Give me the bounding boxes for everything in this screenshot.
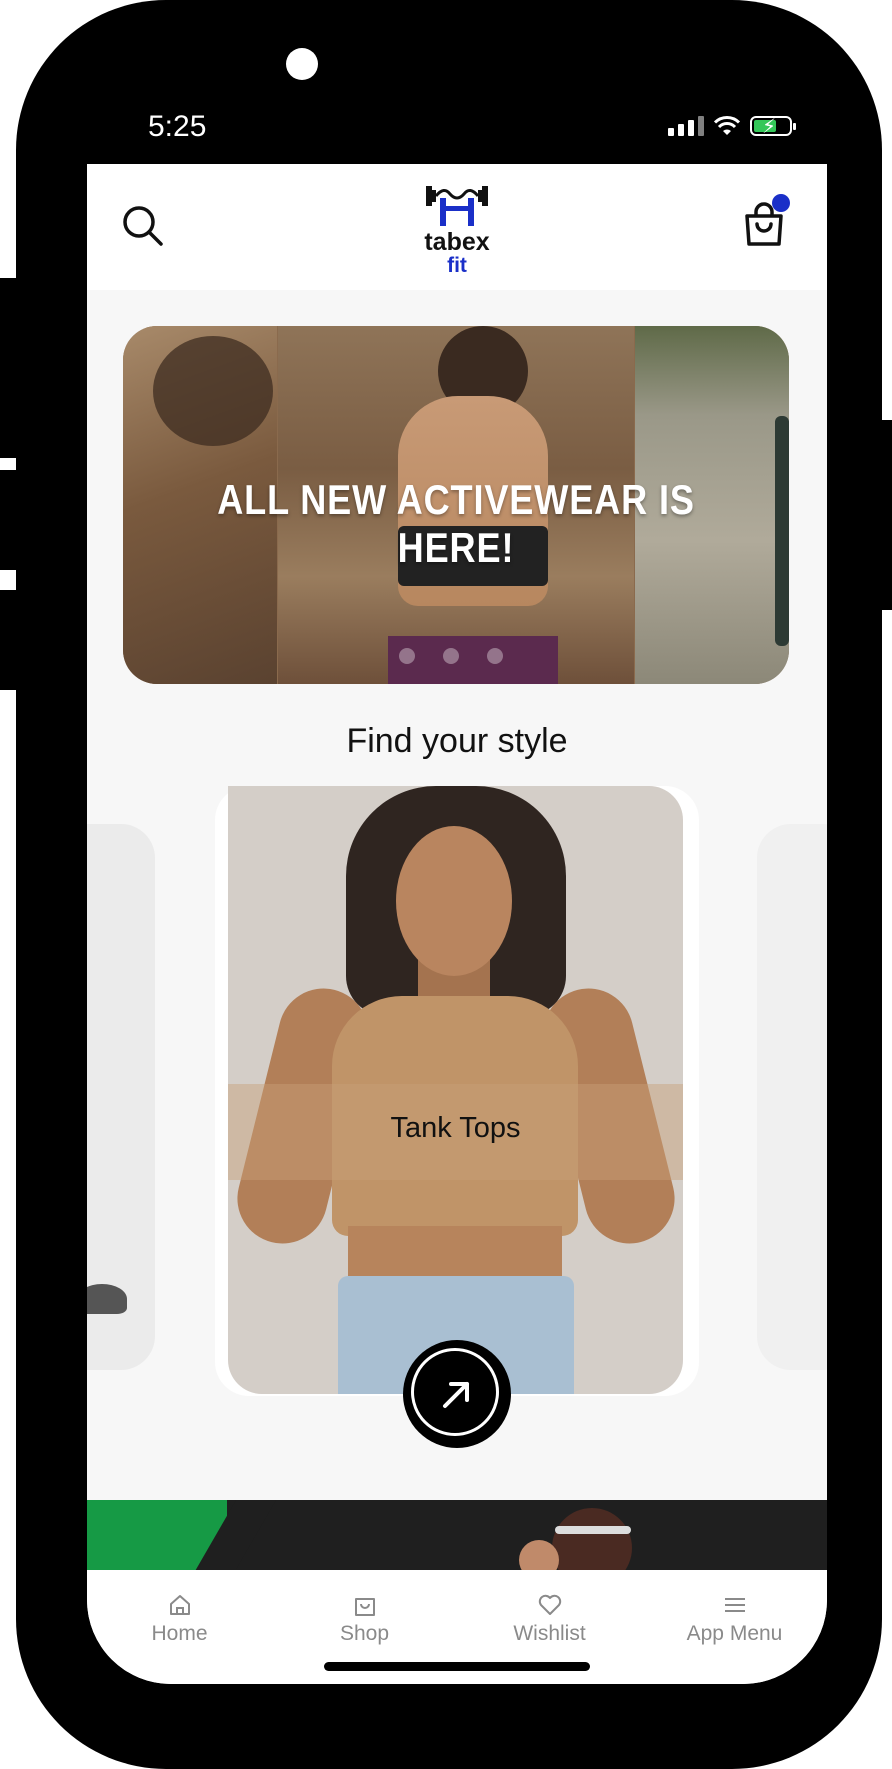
cellular-signal-icon — [668, 116, 704, 136]
carousel-dot[interactable] — [443, 648, 459, 664]
open-category-button[interactable] — [403, 1340, 511, 1448]
side-button — [0, 278, 18, 458]
app-screen: tabex fit ALL NEW ACTIVEWEAR IS HERE! Fi… — [87, 164, 827, 1684]
tab-app-menu[interactable]: App Menu — [642, 1592, 827, 1646]
heart-icon — [538, 1594, 561, 1615]
app-header: tabex fit — [87, 164, 827, 290]
carousel-dot[interactable] — [399, 648, 415, 664]
tab-label: Home — [151, 1622, 208, 1645]
tab-label: App Menu — [686, 1622, 783, 1645]
side-button — [0, 590, 18, 690]
hero-banner-carousel[interactable]: ALL NEW ACTIVEWEAR IS HERE! — [123, 326, 789, 684]
category-card-next[interactable] — [757, 824, 827, 1370]
tab-label: Shop — [339, 1622, 390, 1645]
side-button — [874, 420, 892, 610]
battery-icon: ⚡ — [750, 114, 796, 138]
side-button — [0, 470, 18, 570]
search-icon[interactable] — [121, 204, 165, 248]
carousel-dots — [399, 648, 503, 664]
arrow-up-right-icon — [443, 1382, 469, 1408]
logo-text: tabex — [424, 228, 490, 256]
camera-dot — [286, 48, 318, 80]
status-icons: ⚡ — [668, 114, 796, 138]
brand-logo[interactable]: tabex fit — [405, 178, 509, 278]
home-indicator[interactable] — [324, 1662, 590, 1671]
promo-banner[interactable] — [87, 1500, 827, 1570]
shopping-bag-icon — [354, 1598, 375, 1616]
home-icon — [169, 1595, 190, 1615]
tab-home[interactable]: Home — [87, 1592, 272, 1646]
banner-headline: ALL NEW ACTIVEWEAR IS HERE! — [217, 476, 695, 571]
status-time: 5:25 — [148, 110, 207, 143]
barbell-icon — [426, 186, 488, 226]
cart-badge — [772, 194, 790, 212]
logo-subtext: fit — [447, 254, 467, 277]
carousel-dot[interactable] — [487, 648, 503, 664]
tab-shop[interactable]: Shop — [272, 1592, 457, 1646]
wifi-icon — [714, 116, 740, 135]
tab-label: Wishlist — [513, 1622, 586, 1645]
category-label: Tank Tops — [390, 1112, 521, 1144]
category-card-previous[interactable] — [87, 824, 155, 1370]
section-title: Find your style — [346, 722, 568, 760]
tab-wishlist[interactable]: Wishlist — [457, 1592, 642, 1646]
menu-icon — [724, 1598, 745, 1612]
